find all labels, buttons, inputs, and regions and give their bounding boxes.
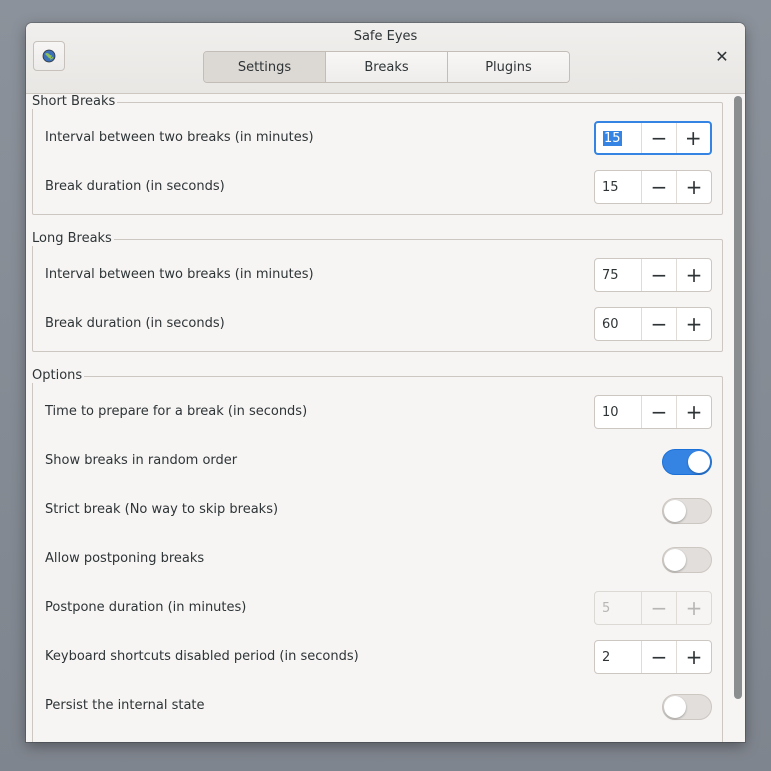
plus-icon: + (685, 263, 703, 287)
prepare-increment-button[interactable]: + (676, 396, 711, 428)
long-interval-increment-button[interactable]: + (676, 259, 711, 291)
short-interval-increment-button[interactable]: + (675, 123, 710, 153)
long-duration-decrement-button[interactable]: − (641, 308, 676, 340)
strict-break-row: Strict break (No way to skip breaks) (45, 493, 712, 527)
close-icon: ✕ (715, 46, 729, 66)
long-duration-label: Break duration (in seconds) (45, 316, 225, 331)
switch-knob (664, 549, 686, 571)
switch-knob (688, 451, 710, 473)
short-duration-label: Break duration (in seconds) (45, 179, 225, 194)
short-interval-input[interactable]: 15 (596, 123, 641, 153)
tab-settings[interactable]: Settings (204, 52, 325, 82)
tab-breaks[interactable]: Breaks (325, 52, 447, 82)
scrollbar-thumb[interactable] (734, 96, 742, 699)
prepare-row: Time to prepare for a break (in seconds)… (45, 395, 712, 429)
persist-state-label: Persist the internal state (45, 698, 205, 713)
minus-icon: − (650, 175, 668, 199)
allow-postpone-switch[interactable] (662, 547, 712, 573)
about-button[interactable] (33, 41, 65, 71)
shortcuts-decrement-button[interactable]: − (641, 641, 676, 673)
short-duration-input[interactable]: 15 (595, 171, 641, 203)
long-interval-input[interactable]: 75 (595, 259, 641, 291)
short-interval-label: Interval between two breaks (in minutes) (45, 130, 314, 145)
stack-switcher: Settings Breaks Plugins (203, 51, 570, 83)
plus-icon: + (685, 312, 703, 336)
prepare-input[interactable]: 10 (595, 396, 641, 428)
long-interval-decrement-button[interactable]: − (641, 259, 676, 291)
globe-icon (42, 49, 56, 63)
plus-icon: + (685, 400, 703, 424)
postpone-duration-label: Postpone duration (in minutes) (45, 600, 247, 615)
options-label: Options (32, 368, 85, 383)
shortcuts-label: Keyboard shortcuts disabled period (in s… (45, 649, 359, 664)
random-order-switch[interactable] (662, 449, 712, 475)
header-bar: Safe Eyes Settings Breaks Plugins ✕ (26, 23, 745, 94)
plus-icon: + (684, 126, 702, 150)
prepare-spinbutton[interactable]: 10 − + (594, 395, 712, 429)
short-interval-value: 15 (603, 130, 622, 146)
switch-knob (664, 696, 686, 718)
plus-icon: + (685, 645, 703, 669)
shortcuts-increment-button[interactable]: + (676, 641, 711, 673)
postpone-duration-spinbutton: 5 − + (594, 591, 712, 625)
shortcuts-spinbutton[interactable]: 2 − + (594, 640, 712, 674)
long-breaks-label: Long Breaks (32, 231, 114, 246)
long-interval-row: Interval between two breaks (in minutes)… (45, 258, 712, 292)
short-duration-row: Break duration (in seconds) 15 − + (45, 170, 712, 204)
short-duration-increment-button[interactable]: + (676, 171, 711, 203)
random-order-row: Show breaks in random order (45, 444, 712, 478)
short-interval-decrement-button[interactable]: − (641, 123, 675, 153)
window-title: Safe Eyes (353, 29, 418, 44)
long-duration-increment-button[interactable]: + (676, 308, 711, 340)
strict-break-label: Strict break (No way to skip breaks) (45, 502, 279, 517)
long-duration-input[interactable]: 60 (595, 308, 641, 340)
minus-icon: − (650, 126, 668, 150)
short-interval-spinbutton[interactable]: 15 − + (594, 121, 712, 155)
allow-postpone-label: Allow postponing breaks (45, 551, 205, 566)
scrollbar[interactable] (733, 96, 743, 742)
settings-window: Safe Eyes Settings Breaks Plugins ✕ Shor… (26, 23, 745, 742)
postpone-duration-row: Postpone duration (in minutes) 5 − + (45, 591, 712, 625)
short-breaks-label: Short Breaks (32, 94, 118, 109)
allow-postpone-row: Allow postponing breaks (45, 542, 712, 576)
persist-state-row: Persist the internal state (45, 689, 712, 723)
postpone-duration-decrement-button: − (641, 592, 676, 624)
short-duration-spinbutton[interactable]: 15 − + (594, 170, 712, 204)
long-interval-label: Interval between two breaks (in minutes) (45, 267, 314, 282)
long-interval-spinbutton[interactable]: 75 − + (594, 258, 712, 292)
plus-icon: + (685, 596, 703, 620)
minus-icon: − (650, 312, 668, 336)
postpone-duration-increment-button: + (676, 592, 711, 624)
persist-state-switch[interactable] (662, 694, 712, 720)
plus-icon: + (685, 175, 703, 199)
minus-icon: − (650, 645, 668, 669)
prepare-decrement-button[interactable]: − (641, 396, 676, 428)
shortcuts-input[interactable]: 2 (595, 641, 641, 673)
minus-icon: − (650, 263, 668, 287)
minus-icon: − (650, 400, 668, 424)
settings-content: Short Breaks Interval between two breaks… (26, 94, 732, 742)
switch-knob (664, 500, 686, 522)
long-duration-row: Break duration (in seconds) 60 − + (45, 307, 712, 341)
tab-plugins[interactable]: Plugins (447, 52, 569, 82)
random-order-label: Show breaks in random order (45, 453, 238, 468)
prepare-label: Time to prepare for a break (in seconds) (45, 404, 308, 419)
close-button[interactable]: ✕ (713, 46, 731, 66)
strict-break-switch[interactable] (662, 498, 712, 524)
postpone-duration-input: 5 (602, 600, 611, 616)
short-interval-row: Interval between two breaks (in minutes)… (45, 121, 712, 155)
long-duration-spinbutton[interactable]: 60 − + (594, 307, 712, 341)
minus-icon: − (650, 596, 668, 620)
short-duration-decrement-button[interactable]: − (641, 171, 676, 203)
shortcuts-row: Keyboard shortcuts disabled period (in s… (45, 640, 712, 674)
